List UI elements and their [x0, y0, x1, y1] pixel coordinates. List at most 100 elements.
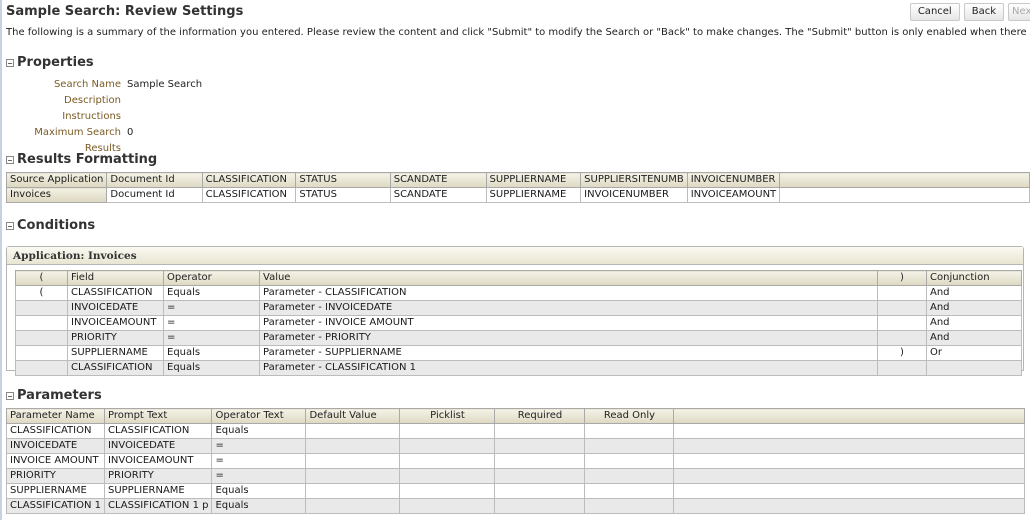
table-cell: ( [15, 285, 68, 301]
conditions-panel: Application: Invoices ( Field Operator V… [6, 246, 1024, 376]
column-header: Operator [163, 270, 260, 286]
table-cell: And [926, 315, 1022, 331]
collapse-icon[interactable] [6, 155, 14, 164]
table-cell: CLASSIFICATION [6, 423, 105, 439]
table-cell: INVOICEDATE [6, 438, 105, 454]
table-cell: SUPPLIERNAME [485, 172, 582, 188]
table-cell: CLASSIFICATION 1 p [103, 498, 213, 514]
collapse-icon[interactable] [6, 391, 14, 400]
column-header: Required [494, 408, 586, 424]
table-cell: Equals [163, 285, 260, 301]
table-cell: Parameter - PRIORITY [259, 330, 878, 346]
table-cell: Document Id [106, 187, 203, 203]
table-cell [305, 453, 401, 469]
table-row: INVOICEDATE INVOICEDATE = [6, 438, 1026, 454]
properties-list: Search Name Sample Search Description In… [6, 77, 203, 154]
table-cell: Or [926, 345, 1022, 361]
table-cell [494, 468, 586, 484]
properties-heading: Properties [17, 55, 94, 70]
table-cell [673, 468, 1026, 484]
table-cell: Equals [211, 483, 307, 499]
table-cell [305, 483, 401, 499]
table-cell [15, 300, 68, 316]
cancel-button[interactable]: Cancel [909, 3, 960, 21]
table-cell: = [163, 315, 260, 331]
application-header: Application: Invoices [7, 247, 1023, 265]
next-button[interactable]: Next [1008, 3, 1030, 21]
table-cell [15, 345, 68, 361]
table-cell: SCANDATE [389, 172, 487, 188]
results-formatting-section-header[interactable]: Results Formatting [6, 152, 157, 167]
conditions-heading: Conditions [17, 218, 96, 233]
column-header: Prompt Text [103, 408, 213, 424]
back-button[interactable]: Back [963, 3, 1004, 21]
property-label: Description [64, 95, 121, 106]
table-cell [584, 483, 675, 499]
table-row: PRIORITY PRIORITY = [6, 468, 1026, 484]
properties-section-header[interactable]: Properties [6, 55, 94, 70]
table-row: SUPPLIERNAME SUPPLIERNAME Equals [6, 483, 1026, 499]
table-cell: INVOICEDATE [67, 300, 164, 316]
table-row: SUPPLIERNAME Equals Parameter - SUPPLIER… [15, 345, 1022, 361]
property-value: Sample Search [127, 79, 203, 90]
results-formatting-heading: Results Formatting [17, 152, 158, 167]
table-cell: INVOICEAMOUNT [67, 315, 164, 331]
conditions-table: ( Field Operator Value ) Conjunction ( C… [15, 270, 1022, 376]
conditions-section-header[interactable]: Conditions [6, 218, 95, 233]
table-cell [15, 330, 68, 346]
table-cell: CLASSIFICATION 1 [6, 498, 105, 514]
table-cell [494, 423, 586, 439]
table-cell [584, 453, 675, 469]
table-cell: Parameter - INVOICEDATE [259, 300, 878, 316]
table-cell: Source Application [5, 172, 108, 188]
toolbar: Cancel Back Next [906, 3, 1030, 21]
table-cell [877, 285, 927, 301]
table-cell [399, 483, 496, 499]
table-cell: ) [877, 345, 927, 361]
parameters-section-header[interactable]: Parameters [6, 388, 102, 403]
table-cell: = [211, 468, 307, 484]
table-cell: SUPPLIERSITENUMB [580, 172, 688, 188]
table-cell [305, 438, 401, 454]
table-cell [926, 360, 1022, 376]
property-value: 0 [127, 127, 134, 138]
table-cell [494, 498, 586, 514]
column-header: Picklist [399, 408, 496, 424]
table-cell: Parameter - CLASSIFICATION 1 [259, 360, 878, 376]
column-header: Operator Text [211, 408, 307, 424]
table-cell: CLASSIFICATION [67, 285, 164, 301]
collapse-icon[interactable] [6, 58, 14, 67]
column-header: Conjunction [926, 270, 1022, 286]
table-cell [673, 423, 1026, 439]
table-cell: Equals [163, 345, 260, 361]
column-header: Value [259, 270, 878, 286]
table-cell [399, 498, 496, 514]
table-cell [494, 483, 586, 499]
table-cell [399, 468, 496, 484]
parameters-header-row: Parameter Name Prompt Text Operator Text… [6, 408, 1026, 424]
table-cell: INVOICEDATE [103, 438, 213, 454]
table-cell: Parameter - CLASSIFICATION [259, 285, 878, 301]
table-cell [584, 498, 675, 514]
table-cell [877, 300, 927, 316]
table-cell: And [926, 300, 1022, 316]
instructions-text: The following is a summary of the inform… [6, 27, 1030, 38]
table-cell [673, 483, 1026, 499]
table-cell: = [211, 453, 307, 469]
table-cell: CLASSIFICATION [201, 187, 297, 203]
table-cell [673, 498, 1026, 514]
table-cell [877, 315, 927, 331]
table-cell: Invoices [5, 187, 108, 203]
table-row: INVOICE AMOUNT INVOICEAMOUNT = [6, 453, 1026, 469]
parameters-table: Parameter Name Prompt Text Operator Text… [6, 408, 1026, 514]
table-cell: Parameter - SUPPLIERNAME [259, 345, 878, 361]
table-cell [494, 438, 586, 454]
column-header [673, 408, 1026, 424]
property-label: Maximum Search Results [34, 127, 121, 154]
table-cell: SUPPLIERNAME [6, 483, 105, 499]
table-cell [779, 172, 1030, 188]
table-cell: INVOICENUMBER [580, 187, 688, 203]
collapse-icon[interactable] [6, 221, 14, 230]
table-cell: And [926, 330, 1022, 346]
table-cell [399, 423, 496, 439]
